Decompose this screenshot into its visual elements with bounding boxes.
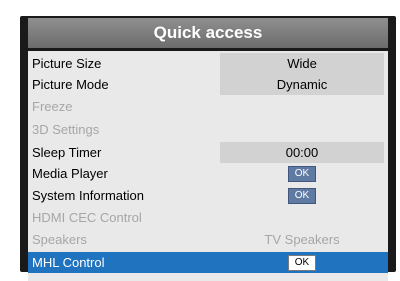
menu-item-speakers: Speakers TV Speakers: [28, 229, 388, 250]
menu-item-label: Picture Size: [32, 56, 102, 71]
menu-item-label: Picture Mode: [32, 77, 109, 92]
media-player-ok-button[interactable]: OK: [288, 165, 316, 182]
menu-item-picture-size[interactable]: Picture Size Wide: [28, 53, 388, 74]
menu-item-label: Speakers: [32, 232, 87, 247]
menu-item-3d-settings: 3D Settings: [28, 119, 388, 140]
menu-item-freeze: Freeze: [28, 96, 388, 117]
menu-item-label: HDMI CEC Control: [32, 210, 142, 225]
menu-item-picture-mode[interactable]: Picture Mode Dynamic: [28, 74, 388, 95]
menu-item-hdmi-cec-control: HDMI CEC Control: [28, 207, 388, 228]
menu-item-label: MHL Control: [32, 255, 105, 270]
system-information-value: OK: [220, 185, 384, 206]
quick-access-dialog: Quick access Picture Size Wide Picture M…: [20, 16, 396, 281]
menu-item-system-information[interactable]: System Information OK: [28, 185, 388, 206]
menu-item-label: Sleep Timer: [32, 145, 102, 160]
menu-item-sleep-timer[interactable]: Sleep Timer 00:00: [28, 142, 388, 163]
quick-access-menu: Picture Size Wide Picture Mode Dynamic F…: [28, 51, 388, 281]
mhl-control-ok-button[interactable]: OK: [288, 254, 316, 271]
sleep-timer-value[interactable]: 00:00: [220, 142, 384, 163]
menu-item-label: Freeze: [32, 99, 73, 114]
menu-item-mhl-control[interactable]: MHL Control OK: [28, 252, 388, 273]
media-player-value: OK: [220, 163, 384, 184]
picture-mode-value[interactable]: Dynamic: [220, 74, 384, 95]
system-information-ok-button[interactable]: OK: [288, 187, 316, 204]
speakers-value: TV Speakers: [264, 232, 340, 247]
dialog-title: Quick access: [28, 18, 388, 48]
menu-item-label: 3D Settings: [32, 122, 100, 137]
picture-size-value[interactable]: Wide: [220, 53, 384, 74]
mhl-control-value: OK: [220, 252, 384, 273]
menu-item-media-player[interactable]: Media Player OK: [28, 163, 388, 184]
menu-item-label: System Information: [32, 188, 144, 203]
menu-item-label: Media Player: [32, 166, 108, 181]
